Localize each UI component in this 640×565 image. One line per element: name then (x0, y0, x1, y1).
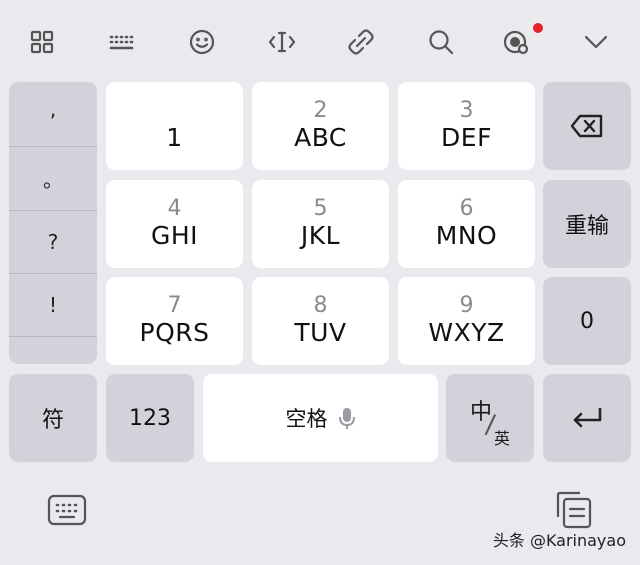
retype-key[interactable]: 重输 (543, 180, 631, 268)
key-letters: JKL (300, 221, 341, 250)
key-digit: 4 (167, 196, 182, 221)
key-9-wxyz[interactable]: 9 WXYZ (398, 277, 535, 365)
link-clip-icon[interactable] (341, 22, 381, 62)
key-letters: TUV (294, 318, 347, 347)
retype-label: 重输 (564, 214, 609, 239)
enter-arrow-icon (573, 407, 602, 428)
microphone-icon (338, 408, 355, 429)
key-digit: 9 (459, 293, 474, 318)
emoji-icon[interactable] (182, 22, 222, 62)
key-digit: 3 (459, 98, 474, 123)
key-0[interactable]: 0 (543, 277, 631, 365)
punct-exclaim[interactable]: ! (9, 274, 97, 336)
chevron-down-icon[interactable] (576, 22, 616, 62)
key-5-jkl[interactable]: 5 JKL (252, 180, 389, 268)
punctuation-list[interactable]: , 。 ? ! (9, 82, 97, 364)
keyboard-hide-icon[interactable] (46, 492, 88, 528)
enter-key[interactable] (543, 374, 631, 462)
key-letters: ABC (294, 123, 347, 152)
key-digit: 8 (313, 293, 328, 318)
key-zero-label: 0 (580, 308, 594, 334)
key-digit: 7 (167, 293, 182, 318)
theme-badge-icon[interactable] (496, 22, 536, 62)
key-2-abc[interactable]: 2 ABC (252, 82, 389, 170)
lang-sub-label: 英 (494, 429, 511, 448)
divider (9, 336, 97, 337)
numbers-key[interactable]: 123 (106, 374, 194, 462)
key-8-tuv[interactable]: 8 TUV (252, 277, 389, 365)
space-label: 空格 (285, 407, 328, 431)
key-letters: PQRS (139, 318, 210, 347)
key-4-ghi[interactable]: 4 GHI (106, 180, 243, 268)
cursor-edit-icon[interactable] (262, 22, 302, 62)
watermark-text: 头条 @Karinayao (492, 531, 626, 550)
backspace-key[interactable] (543, 82, 631, 170)
key-3-def[interactable]: 3 DEF (398, 82, 535, 170)
language-switch-key[interactable]: 中 / 英 (446, 374, 534, 462)
notification-dot (533, 23, 543, 33)
punct-comma[interactable]: , (9, 82, 97, 146)
clipboard-icon[interactable] (552, 489, 594, 531)
punct-period[interactable]: 。 (9, 147, 97, 210)
numbers-label: 123 (129, 405, 171, 431)
key-letters: GHI (150, 221, 199, 250)
key-letters: MNO (435, 221, 498, 250)
backspace-icon (570, 114, 603, 138)
key-digit: 5 (313, 196, 328, 221)
key-letters: 1 (166, 123, 183, 152)
key-letters: DEF (441, 123, 492, 152)
keyboard-layout-icon[interactable] (102, 22, 142, 62)
key-digit: 6 (459, 196, 474, 221)
key-6-mno[interactable]: 6 MNO (398, 180, 535, 268)
key-letters: WXYZ (428, 318, 505, 347)
apps-grid-icon[interactable] (22, 22, 62, 62)
key-7-pqrs[interactable]: 7 PQRS (106, 277, 243, 365)
key-digit: 2 (313, 98, 328, 123)
key-1[interactable]: 1 (106, 82, 243, 170)
symbols-label: 符 (41, 408, 64, 433)
punct-question[interactable]: ? (9, 211, 97, 273)
space-key[interactable]: 空格 (203, 374, 438, 462)
search-icon[interactable] (421, 22, 461, 62)
symbols-key[interactable]: 符 (9, 374, 97, 462)
